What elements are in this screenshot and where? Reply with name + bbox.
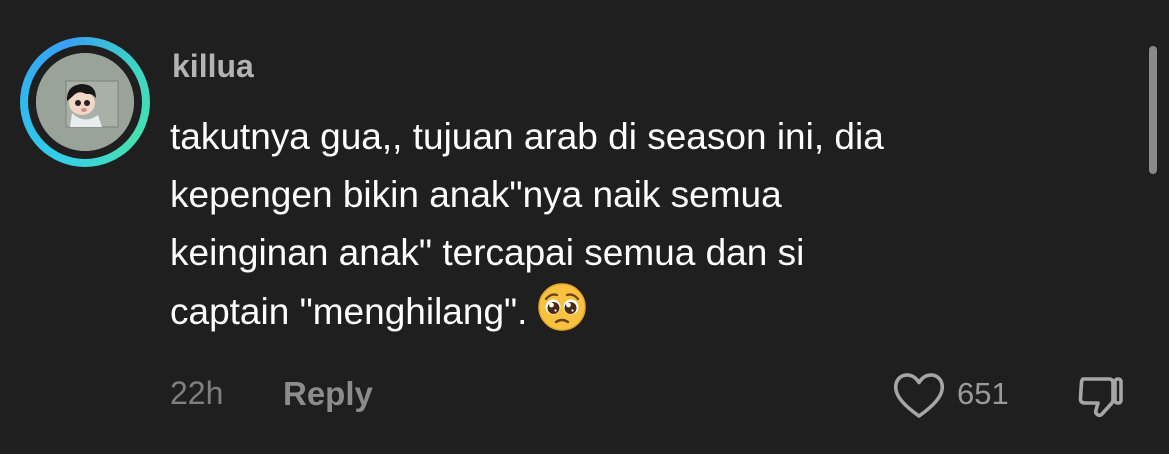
comment-text-line: takutnya gua,, tujuan arab di season ini… — [170, 116, 884, 157]
avatar-image — [36, 53, 134, 151]
thumbs-down-icon[interactable] — [1071, 370, 1127, 426]
pleading-face-emoji — [538, 283, 587, 331]
comment-item: killua takutnya gua,, tujuan arab di sea… — [0, 0, 1169, 454]
comment-text-line-last: captain "menghilang". — [170, 282, 1110, 341]
comment-text-line: kepengen bikin anak"nya naik semua — [170, 174, 782, 215]
heart-outline-icon[interactable] — [890, 369, 948, 423]
reply-button[interactable]: Reply — [283, 375, 373, 413]
comment-username[interactable]: killua — [172, 48, 254, 85]
comment-text-line: keinginan anak" tercapai semua dan si — [170, 232, 805, 273]
scrollbar-thumb[interactable] — [1149, 46, 1157, 174]
comment-timestamp: 22h — [170, 375, 224, 411]
comment-text-line: captain "menghilang". — [170, 291, 528, 332]
comment-text: takutnya gua,, tujuan arab di season ini… — [170, 108, 1110, 341]
avatar[interactable] — [36, 53, 134, 151]
like-count: 651 — [957, 376, 1009, 411]
avatar-story-ring[interactable] — [20, 37, 150, 167]
